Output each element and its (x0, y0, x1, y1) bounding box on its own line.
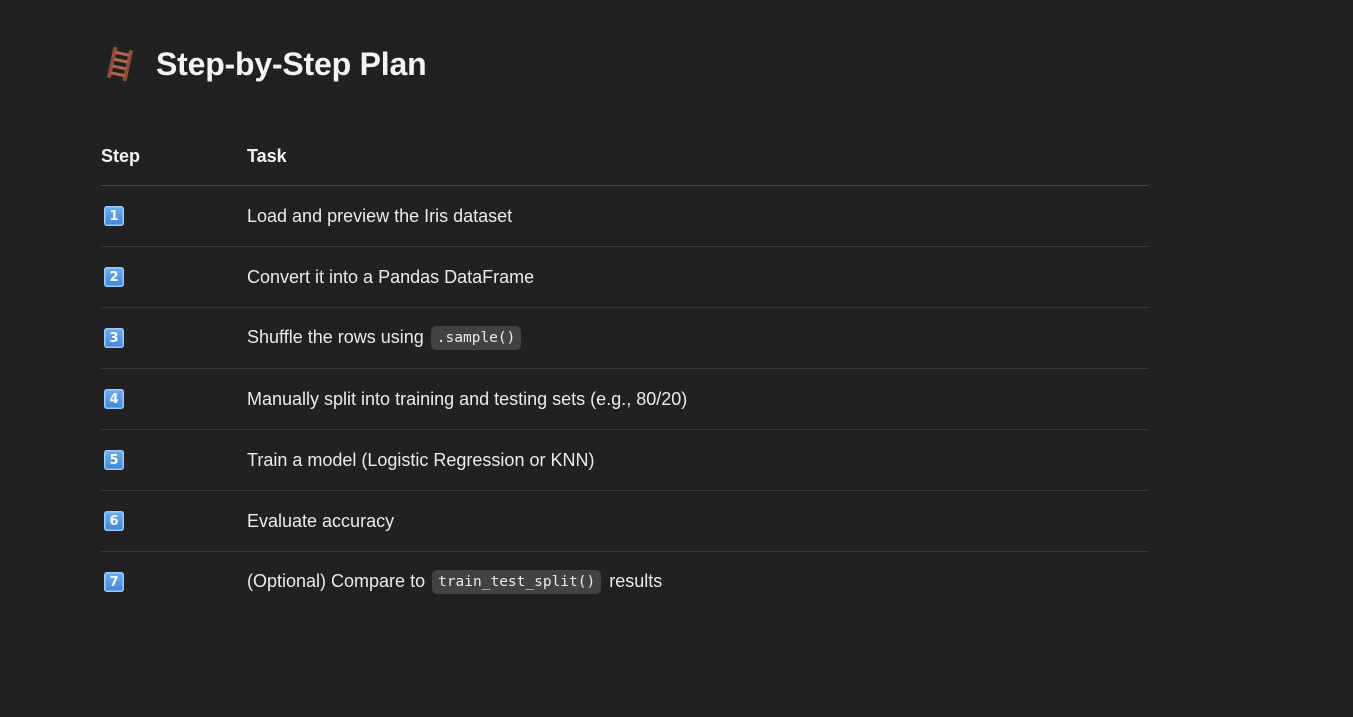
task-text: Load and preview the Iris dataset (247, 205, 513, 226)
table-row: 7 (Optional) Compare to train_test_split… (101, 552, 1148, 612)
keycap-number-icon: 3 (104, 328, 124, 348)
task-cell: Evaluate accuracy (247, 511, 1148, 532)
table-row: 5 Train a model (Logistic Regression or … (101, 430, 1148, 491)
task-text: (Optional) Compare to (247, 571, 426, 591)
page-title: Step-by-Step Plan (156, 45, 427, 82)
table-header: Step Task (101, 128, 1148, 186)
task-cell: (Optional) Compare to train_test_split()… (247, 570, 1148, 594)
task-text: Train a model (Logistic Regression or KN… (247, 449, 595, 470)
header-step: Step (101, 146, 141, 166)
table-row: 3 Shuffle the rows using .sample() (101, 308, 1148, 369)
task-text-suffix: results (609, 571, 663, 591)
task-cell: Convert it into a Pandas DataFrame (247, 267, 1148, 288)
keycap-number-icon: 6 (104, 511, 124, 531)
keycap-number-icon: 5 (104, 450, 124, 470)
table-row: 2 Convert it into a Pandas DataFrame (101, 247, 1148, 308)
keycap-number-icon: 4 (104, 389, 124, 409)
inline-code: .sample() (430, 326, 522, 350)
task-text: Convert it into a Pandas DataFrame (247, 266, 535, 287)
keycap-number-icon: 2 (104, 267, 124, 287)
task-text: Manually split into training and testing… (247, 388, 688, 409)
task-text: Evaluate accuracy (247, 510, 395, 531)
table-row: 6 Evaluate accuracy (101, 491, 1148, 552)
keycap-number-icon: 1 (104, 206, 124, 226)
inline-code: train_test_split() (432, 570, 602, 594)
plan-table: Step Task 1 Load and preview the Iris da… (101, 128, 1148, 612)
table-row: 4 Manually split into training and testi… (101, 369, 1148, 430)
table-row: 1 Load and preview the Iris dataset (101, 186, 1148, 247)
task-cell: Manually split into training and testing… (247, 389, 1148, 410)
task-cell: Load and preview the Iris dataset (247, 206, 1148, 227)
task-text: Shuffle the rows using (247, 327, 424, 347)
header-task: Task (247, 146, 287, 166)
keycap-number-icon: 7 (104, 572, 124, 592)
task-cell: Shuffle the rows using .sample() (247, 326, 1148, 350)
plan-heading: Step-by-Step Plan (105, 44, 427, 84)
task-cell: Train a model (Logistic Regression or KN… (247, 450, 1148, 471)
ladder-icon (107, 47, 133, 81)
